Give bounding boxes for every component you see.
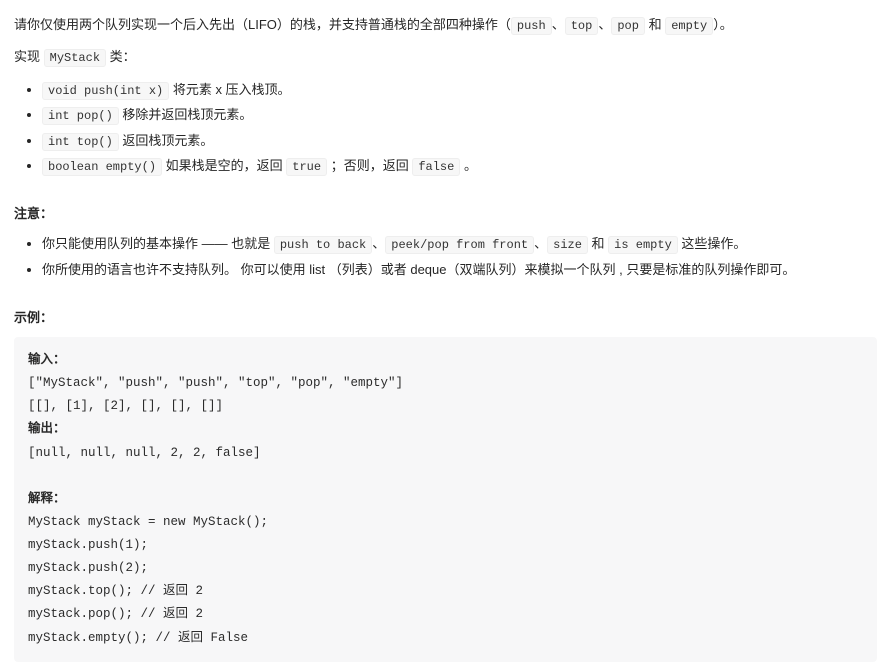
text: 请你仅使用两个队列实现一个后入先出（LIFO）的栈，并支持普通栈的全部四种操作（ <box>14 17 511 32</box>
method-sig: int top() <box>42 133 119 151</box>
text: 和 <box>588 236 608 251</box>
example-line: myStack.pop(); // 返回 2 <box>28 607 203 621</box>
code-false: false <box>412 158 460 176</box>
text: 和 <box>645 17 665 32</box>
intro-line-1: 请你仅使用两个队列实现一个后入先出（LIFO）的栈，并支持普通栈的全部四种操作（… <box>14 14 877 36</box>
text: 、 <box>552 17 565 32</box>
example-line: [null, null, null, 2, 2, false] <box>28 446 261 460</box>
text: 、 <box>534 236 547 251</box>
list-item: 你只能使用队列的基本操作 —— 也就是 push to back、peek/po… <box>42 233 877 255</box>
example-title: 示例： <box>14 307 877 329</box>
list-item: boolean empty() 如果栈是空的，返回 true ；否则，返回 fa… <box>42 155 877 177</box>
list-item: int top() 返回栈顶元素。 <box>42 130 877 152</box>
example-line: myStack.push(1); <box>28 538 148 552</box>
method-desc: 将元素 x 压入栈顶。 <box>169 82 290 97</box>
notes-list: 你只能使用队列的基本操作 —— 也就是 push to back、peek/po… <box>14 233 877 280</box>
code-pop: pop <box>611 17 645 35</box>
text: 如果栈是空的，返回 <box>162 158 286 173</box>
example-block: 输入： ["MyStack", "push", "push", "top", "… <box>14 337 877 662</box>
method-sig: boolean empty() <box>42 158 162 176</box>
code-empty: empty <box>665 17 713 35</box>
text: 实现 <box>14 49 44 64</box>
example-line: [[], [1], [2], [], [], []] <box>28 399 223 413</box>
text: 、 <box>372 236 385 251</box>
method-desc: 返回栈顶元素。 <box>119 133 214 148</box>
list-item: int pop() 移除并返回栈顶元素。 <box>42 104 877 126</box>
method-sig: int pop() <box>42 107 119 125</box>
output-label: 输出： <box>28 422 66 436</box>
example-line: myStack.empty(); // 返回 False <box>28 631 248 645</box>
code-top: top <box>565 17 599 35</box>
list-item: 你所使用的语言也许不支持队列。 你可以使用 list （列表）或者 deque（… <box>42 259 877 281</box>
example-line: myStack.push(2); <box>28 561 148 575</box>
code-mystack: MyStack <box>44 49 106 67</box>
method-sig: void push(int x) <box>42 82 169 100</box>
text: ）。 <box>713 17 733 32</box>
code: is empty <box>608 236 678 254</box>
code: peek/pop from front <box>385 236 534 254</box>
explain-label: 解释： <box>28 492 66 506</box>
text: 你只能使用队列的基本操作 —— 也就是 <box>42 236 274 251</box>
code: size <box>547 236 588 254</box>
text: 类： <box>106 49 136 64</box>
code: push to back <box>274 236 372 254</box>
example-line: MyStack myStack = new MyStack(); <box>28 515 268 529</box>
example-line: ["MyStack", "push", "push", "top", "pop"… <box>28 376 403 390</box>
methods-list: void push(int x) 将元素 x 压入栈顶。 int pop() 移… <box>14 79 877 178</box>
text: 、 <box>598 17 611 32</box>
text: 这些操作。 <box>678 236 747 251</box>
text: ；否则，返回 <box>327 158 412 173</box>
input-label: 输入： <box>28 353 66 367</box>
code-true: true <box>286 158 327 176</box>
list-item: void push(int x) 将元素 x 压入栈顶。 <box>42 79 877 101</box>
example-line: myStack.top(); // 返回 2 <box>28 584 203 598</box>
code-push: push <box>511 17 552 35</box>
text: 。 <box>460 158 477 173</box>
method-desc: 移除并返回栈顶元素。 <box>119 107 253 122</box>
note-title: 注意： <box>14 203 877 225</box>
intro-line-2: 实现 MyStack 类： <box>14 46 877 68</box>
